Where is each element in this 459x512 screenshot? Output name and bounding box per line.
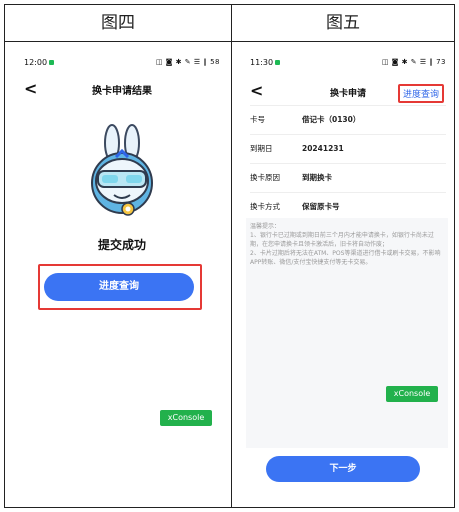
nav-bar-right: < 换卡申请 进度查询: [250, 82, 446, 104]
status-time: 12:00: [24, 58, 55, 67]
status-icons-right: ◫ ◙ ✱ ✎ ☰ ‖ 73: [381, 58, 446, 66]
status-time-right: 11:30: [250, 58, 281, 67]
list-item[interactable]: 换卡原因 到期换卡: [250, 163, 446, 192]
next-button[interactable]: 下一步: [266, 456, 420, 482]
nav-bar: < 换卡申请结果: [24, 80, 220, 100]
caption-left: 图四: [101, 13, 135, 33]
list-item[interactable]: 换卡方式 保留原卡号: [250, 192, 446, 221]
tips-text: 温馨提示： 1、银行卡已过期或到期日前三个月内才能申请换卡，如银行卡尚未过期，在…: [250, 223, 441, 266]
tips-panel: 温馨提示： 1、银行卡已过期或到期日前三个月内才能申请换卡，如银行卡尚未过期，在…: [246, 218, 448, 448]
header-divider: [5, 41, 454, 42]
status-bar-right: 11:30 ◫ ◙ ✱ ✎ ☰ ‖ 73: [250, 58, 446, 72]
page-title: 换卡申请结果: [92, 86, 152, 97]
list-item: 到期日 20241231: [250, 134, 446, 163]
success-text: 提交成功: [97, 238, 146, 252]
list-item: 卡号 借记卡（0130）: [250, 105, 446, 134]
rabbit-mascot-icon: [91, 124, 153, 216]
status-icons: ◫ ◙ ✱ ✎ ☰ ‖ 58: [155, 58, 220, 66]
left-phone-screen: 12:00 ◫ ◙ ✱ ✎ ☰ ‖ 58 < 换卡申请结果 提交成功 进度查询 …: [24, 58, 220, 476]
notification-icon: [49, 60, 55, 65]
caption-right: 图五: [326, 13, 360, 33]
xconsole-button-right[interactable]: xConsole: [386, 386, 438, 402]
notification-icon-right: [275, 60, 281, 65]
right-phone-screen: 11:30 ◫ ◙ ✱ ✎ ☰ ‖ 73 < 换卡申请 进度查询 卡号 借记卡（0…: [246, 58, 448, 498]
progress-query-button[interactable]: 进度查询: [44, 273, 194, 301]
card-info-list: 卡号 借记卡（0130） 到期日 20241231 换卡原因 到期换卡 换卡方式 保留原…: [250, 105, 446, 221]
xconsole-button[interactable]: xConsole: [160, 410, 212, 426]
column-divider: [231, 5, 232, 507]
status-bar: 12:00 ◫ ◙ ✱ ✎ ☰ ‖ 58: [24, 58, 220, 72]
progress-query-link[interactable]: 进度查询: [397, 84, 444, 103]
